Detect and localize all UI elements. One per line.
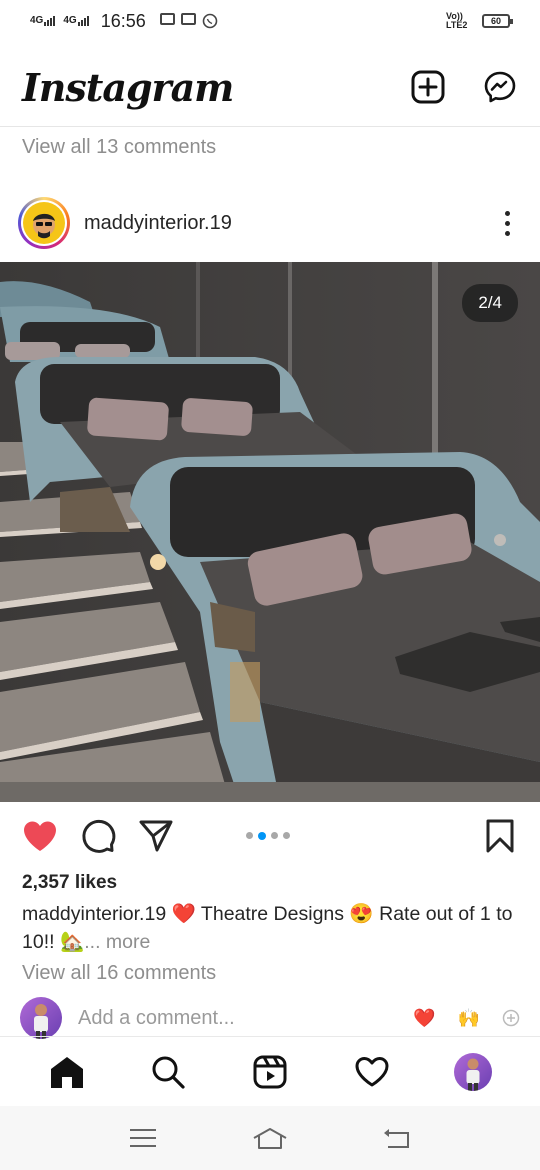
- messenger-button[interactable]: [482, 69, 518, 105]
- comment-icon: [82, 819, 116, 853]
- instagram-logo[interactable]: Instagram: [22, 65, 234, 110]
- post-caption: maddyinterior.19 ❤️ Theatre Designs 😍 Ra…: [22, 900, 522, 956]
- system-menu-button[interactable]: [123, 1120, 163, 1156]
- carousel-indicator: [246, 831, 290, 840]
- share-button[interactable]: [136, 816, 176, 856]
- whatsapp-icon: [202, 13, 218, 29]
- messenger-icon: [484, 71, 516, 103]
- new-post-button[interactable]: [410, 69, 446, 105]
- home-outline-icon: [253, 1128, 287, 1149]
- home-icon: [50, 1056, 83, 1088]
- app-header: Instagram: [0, 52, 540, 122]
- story-ring[interactable]: [18, 197, 70, 249]
- post-header: maddyinterior.19: [0, 194, 540, 252]
- previous-post-comments-link[interactable]: View all 13 comments: [22, 136, 216, 159]
- message-icon: [159, 13, 175, 25]
- post-username[interactable]: maddyinterior.19: [84, 212, 232, 235]
- theatre-beds-photo: [0, 262, 540, 802]
- caption-username[interactable]: maddyinterior.19: [22, 903, 166, 925]
- like-button[interactable]: [20, 816, 60, 856]
- author-avatar: [23, 202, 65, 244]
- nav-activity[interactable]: [350, 1050, 394, 1094]
- post-image[interactable]: 2/4: [0, 262, 540, 802]
- header-divider: [0, 126, 540, 127]
- nav-profile[interactable]: [451, 1050, 495, 1094]
- system-navigation: [0, 1106, 540, 1170]
- post-options-button[interactable]: [492, 203, 522, 243]
- bottom-navigation: [0, 1036, 540, 1106]
- nav-search[interactable]: [146, 1050, 190, 1094]
- search-icon: [152, 1056, 185, 1089]
- reels-icon: [253, 1055, 287, 1088]
- save-button[interactable]: [482, 816, 518, 856]
- cellular-signal-1-icon: 4G: [30, 16, 56, 26]
- caption-more-link[interactable]: ... more: [84, 931, 150, 953]
- view-comments-link[interactable]: View all 16 comments: [22, 962, 216, 985]
- current-user-avatar: [20, 997, 62, 1039]
- plus-square-icon: [411, 70, 445, 104]
- quick-reaction-raised-hands[interactable]: 🙌: [458, 1008, 480, 1029]
- heart-icon: [355, 1056, 389, 1086]
- volte-indicator: Vo)) LTE2: [446, 11, 468, 30]
- back-icon: [383, 1129, 409, 1148]
- more-dot-icon: [504, 210, 510, 216]
- mail-icon: [180, 13, 196, 25]
- likes-count[interactable]: 2,357 likes: [22, 872, 117, 894]
- carousel-counter: 2/4: [462, 284, 518, 322]
- cellular-signal-2-icon: 4G: [63, 16, 89, 26]
- status-bar: 4G 4G 16:56 Vo)) LTE2 60: [0, 0, 540, 42]
- clock: 16:56: [100, 10, 146, 31]
- nav-home[interactable]: [45, 1050, 89, 1094]
- bookmark-icon: [486, 819, 514, 853]
- battery-icon: 60: [482, 14, 513, 28]
- add-reaction-icon[interactable]: [502, 1009, 520, 1027]
- send-icon: [139, 820, 173, 852]
- profile-avatar: [454, 1052, 493, 1091]
- system-back-button[interactable]: [377, 1120, 417, 1156]
- add-comment-row: Add a comment... ❤️ 🙌: [20, 997, 520, 1039]
- system-home-button[interactable]: [250, 1120, 290, 1156]
- heart-filled-icon: [24, 821, 56, 851]
- nav-reels[interactable]: [248, 1050, 292, 1094]
- quick-reaction-heart[interactable]: ❤️: [413, 1008, 435, 1029]
- comment-button[interactable]: [78, 816, 118, 856]
- add-comment-input[interactable]: Add a comment...: [78, 1007, 235, 1030]
- menu-icon: [130, 1129, 157, 1147]
